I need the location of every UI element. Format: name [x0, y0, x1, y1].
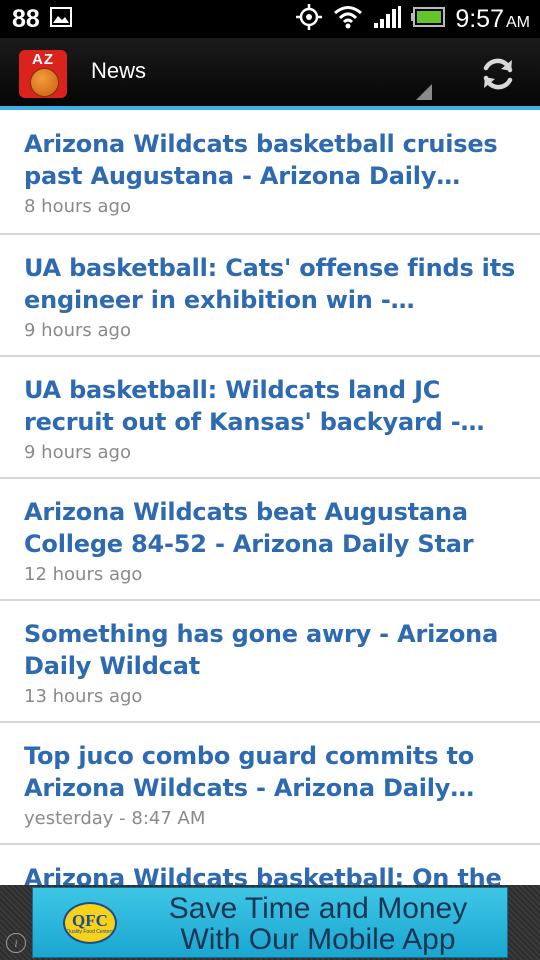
- basketball-icon: [30, 68, 59, 97]
- ad-line-2: With Our Mobile App: [180, 923, 456, 956]
- news-item[interactable]: Arizona Wildcats basketball cruises past…: [0, 110, 540, 235]
- clock-ampm: AM: [506, 13, 530, 31]
- news-item[interactable]: UA basketball: Cats' offense finds its e…: [0, 235, 540, 357]
- ad-logo-text: QFC: [72, 910, 108, 930]
- news-title[interactable]: Arizona Wildcats beat Augustana College …: [24, 496, 516, 560]
- news-title[interactable]: UA basketball: Cats' offense finds its e…: [24, 252, 516, 316]
- news-item[interactable]: Arizona Wildcats beat Augustana College …: [0, 479, 540, 601]
- news-time: yesterday - 8:47 AM: [24, 808, 206, 829]
- ad-info-icon[interactable]: i: [6, 933, 26, 953]
- app-logo[interactable]: AZ: [19, 50, 67, 98]
- news-title[interactable]: Arizona Wildcats basketball: On the: [24, 862, 516, 885]
- ad-logo-subtext: Quality Food Centers: [66, 928, 114, 935]
- news-list[interactable]: Arizona Wildcats basketball cruises past…: [0, 110, 540, 885]
- qfc-logo: QFC Quality Food Centers: [63, 902, 117, 944]
- status-bar: 88 9:57 AM: [0, 0, 540, 38]
- battery-icon: [411, 6, 446, 32]
- dropdown-indicator-icon[interactable]: [416, 84, 432, 100]
- news-title[interactable]: Top juco combo guard commits to Arizona …: [24, 740, 516, 804]
- news-time: 12 hours ago: [24, 564, 143, 585]
- ad-text: Save Time and Money With Our Mobile App: [133, 893, 503, 955]
- news-item[interactable]: UA basketball: Wildcats land JC recruit …: [0, 357, 540, 479]
- wifi-icon: [333, 5, 363, 34]
- clock-time: 9:57: [455, 4, 504, 33]
- news-item[interactable]: Something has gone awry - Arizona Daily …: [0, 601, 540, 723]
- news-title[interactable]: Arizona Wildcats basketball cruises past…: [24, 128, 516, 192]
- signal-icon: [373, 5, 402, 34]
- image-notification-icon: [49, 6, 72, 32]
- news-time: 13 hours ago: [24, 686, 143, 707]
- news-item[interactable]: Top juco combo guard commits to Arizona …: [0, 723, 540, 845]
- refresh-icon: [483, 58, 513, 90]
- news-item[interactable]: Arizona Wildcats basketball: On the: [0, 845, 540, 885]
- refresh-button[interactable]: [474, 50, 522, 98]
- ad-line-1: Save Time and Money: [168, 892, 468, 925]
- section-title[interactable]: News: [91, 58, 146, 84]
- notification-count: 88: [12, 4, 40, 33]
- news-title[interactable]: UA basketball: Wildcats land JC recruit …: [24, 374, 516, 438]
- news-time: 9 hours ago: [24, 320, 131, 341]
- app-bar: [0, 38, 540, 108]
- gps-icon: [295, 3, 323, 36]
- news-time: 9 hours ago: [24, 442, 131, 463]
- app-logo-text: AZ: [32, 51, 54, 68]
- news-title[interactable]: Something has gone awry - Arizona Daily …: [24, 618, 516, 682]
- news-time: 8 hours ago: [24, 196, 131, 217]
- ad-banner[interactable]: QFC Quality Food Centers Save Time and M…: [32, 887, 508, 958]
